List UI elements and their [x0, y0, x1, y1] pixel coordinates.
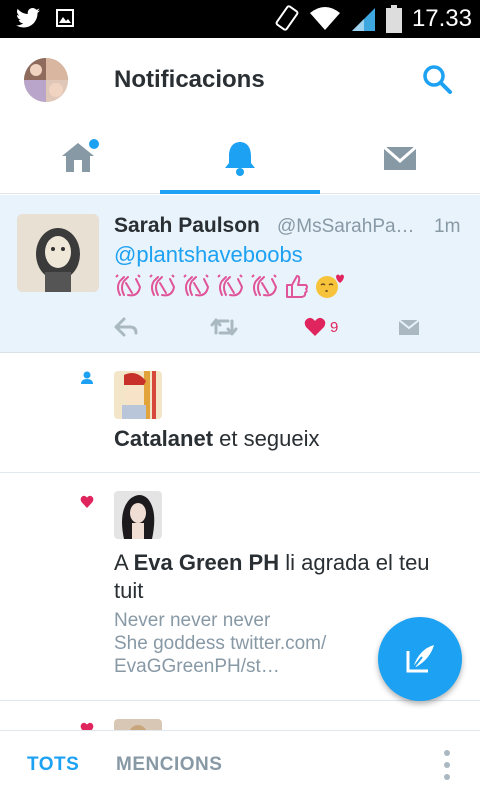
profile-avatar[interactable]: [24, 58, 68, 102]
compose-tweet-icon: [406, 645, 434, 673]
reply-icon: [114, 317, 138, 337]
quoted-tweet-line: She goddess twitter.com/: [114, 633, 327, 654]
notification-text: Catalanet et segueix: [114, 425, 319, 453]
kissing-face-emoji: [316, 274, 344, 298]
clapping-hands-emoji: [251, 274, 278, 297]
heart-icon: [80, 495, 94, 508]
tweet-author-name[interactable]: Sarah Paulson: [114, 214, 260, 238]
person-icon: [81, 371, 93, 384]
filter-all-tab[interactable]: TOTS: [27, 754, 79, 776]
dm-icon: [398, 319, 420, 335]
reply-button[interactable]: [114, 313, 138, 341]
compose-tweet-button[interactable]: [378, 617, 462, 701]
quoted-tweet-line: EvaGGreenPH/st…: [114, 656, 280, 677]
bell-icon: [225, 142, 255, 176]
home-icon: [62, 139, 99, 172]
search-button[interactable]: [420, 62, 454, 96]
tweet-author-handle: @MsSarahPa…: [277, 216, 415, 237]
tweet-mention-link[interactable]: @plantshaveboobs: [114, 242, 303, 268]
notification-like[interactable]: [0, 701, 480, 730]
envelope-icon: [383, 145, 417, 170]
active-tab-indicator: [160, 190, 320, 194]
notification-user-avatar[interactable]: [114, 371, 162, 419]
bottom-filter-bar: TOTS MENCIONS: [0, 730, 480, 800]
retweet-button[interactable]: [210, 313, 238, 341]
image-icon: [56, 9, 74, 27]
quoted-tweet-line: Never never never: [114, 610, 271, 631]
tab-home[interactable]: [0, 122, 160, 194]
twitter-bird-icon: [16, 8, 40, 28]
app-screen: 17.33 Notificacions Sarah Paulson @MsSar…: [0, 0, 480, 800]
battery-icon: [385, 5, 402, 33]
clapping-hands-emoji: [217, 274, 244, 297]
tweet-author-image[interactable]: [17, 214, 99, 292]
notification-action: et segueix: [219, 426, 320, 451]
notification-follow[interactable]: Catalanet et segueix: [0, 353, 480, 473]
tweet-timestamp: 1m: [434, 216, 461, 237]
notification-user-avatar[interactable]: [114, 491, 162, 539]
tab-notifications[interactable]: [160, 122, 320, 194]
signal-icon: [351, 8, 375, 31]
clapping-hands-emoji: [115, 274, 142, 297]
like-button[interactable]: 9: [304, 313, 338, 341]
tweet-card[interactable]: Sarah Paulson @MsSarahPa… 1m @plantshave…: [0, 195, 480, 353]
overflow-menu-icon[interactable]: [442, 749, 452, 781]
status-bar: 17.33: [0, 0, 480, 38]
quoted-tweet-text[interactable]: Never never never She goddess twitter.co…: [114, 609, 326, 678]
notification-prefix: A: [114, 550, 134, 575]
wifi-icon: [309, 7, 340, 30]
notification-user-name[interactable]: Eva Green PH: [134, 550, 280, 575]
filter-mentions-tab[interactable]: MENCIONS: [116, 754, 222, 776]
notification-text: A Eva Green PH li agrada el teu tuit: [114, 549, 464, 605]
tweet-actions: 9: [114, 313, 434, 341]
direct-message-button[interactable]: [398, 313, 420, 341]
thumbs-up-emoji: [286, 275, 308, 298]
screen-rotate-icon: [275, 5, 299, 31]
search-icon: [423, 65, 452, 94]
like-count: 9: [330, 318, 339, 336]
tab-messages[interactable]: [320, 122, 480, 194]
clapping-hands-emoji: [183, 274, 210, 297]
heart-icon: [304, 317, 326, 336]
tweet-emoji-row: [114, 272, 344, 300]
tab-bar: [0, 122, 480, 194]
clock: 17.33: [411, 5, 472, 32]
notification-user-name[interactable]: Catalanet: [114, 426, 213, 451]
heart-icon: [80, 722, 94, 730]
app-header: Notificacions: [0, 38, 480, 122]
clapping-hands-emoji: [149, 274, 176, 297]
retweet-icon: [210, 318, 238, 336]
page-title: Notificacions: [114, 66, 265, 93]
notification-user-avatar[interactable]: [114, 719, 162, 730]
